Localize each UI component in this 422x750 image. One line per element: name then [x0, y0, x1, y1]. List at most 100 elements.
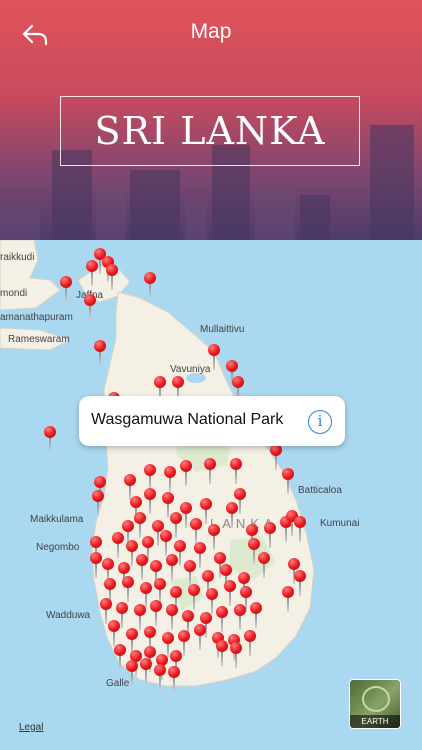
map-pin-icon[interactable] [92, 490, 104, 516]
map-pin-icon[interactable] [294, 570, 306, 596]
pin-stick [239, 498, 241, 514]
map-pin-icon[interactable] [168, 666, 180, 692]
pin-head [282, 586, 294, 598]
pin-stick [287, 596, 289, 612]
place-label: Maikkulama [30, 514, 84, 525]
map-pin-icon[interactable] [86, 260, 98, 286]
pin-head [154, 578, 166, 590]
map-pin-icon[interactable] [166, 554, 178, 580]
skyline [300, 195, 330, 240]
pin-head [144, 272, 156, 284]
pin-head [122, 520, 134, 532]
map-pin-icon[interactable] [180, 460, 192, 486]
pin-stick [149, 498, 151, 514]
pin-head [150, 600, 162, 612]
pin-head [154, 376, 166, 388]
map-pin-icon[interactable] [264, 522, 276, 548]
map-pin-icon[interactable] [234, 604, 246, 630]
pin-stick [235, 652, 237, 668]
pin-head [162, 632, 174, 644]
pin-stick [117, 542, 119, 558]
header: Map SRI LANKA [0, 0, 422, 240]
map-pin-icon[interactable] [144, 488, 156, 514]
pin-stick [171, 564, 173, 580]
map-pin-icon[interactable] [60, 276, 72, 302]
pin-head [234, 604, 246, 616]
map-pin-icon[interactable] [204, 458, 216, 484]
pin-stick [239, 614, 241, 630]
pin-stick [221, 616, 223, 632]
map-pin-icon[interactable] [136, 554, 148, 580]
map-pin-icon[interactable] [84, 294, 96, 320]
map-pin-icon[interactable] [150, 600, 162, 626]
map-pin-icon[interactable] [282, 468, 294, 494]
legal-link[interactable]: Legal [19, 722, 43, 733]
map-pin-icon[interactable] [144, 272, 156, 298]
map-pin-icon[interactable] [190, 518, 202, 544]
map-pin-icon[interactable] [230, 458, 242, 484]
map-pin-icon[interactable] [208, 344, 220, 370]
map-view[interactable]: raikkudi mondi Jaffna amanathapuram Rame… [0, 240, 422, 750]
map-pin-icon[interactable] [144, 464, 156, 490]
map-pin-icon[interactable] [164, 466, 176, 492]
pin-head [224, 580, 236, 592]
pin-head [106, 264, 118, 276]
map-pin-icon[interactable] [216, 606, 228, 632]
pin-stick [205, 508, 207, 524]
map-pin-icon[interactable] [250, 602, 262, 628]
map-pin-icon[interactable] [270, 444, 282, 470]
pin-stick [91, 270, 93, 286]
pin-head [90, 536, 102, 548]
map-pin-icon[interactable] [244, 630, 256, 656]
map-pin-icon[interactable] [114, 644, 126, 670]
map-pin-icon[interactable] [160, 530, 172, 556]
map-pin-icon[interactable] [188, 584, 200, 610]
place-label: Wadduwa [46, 610, 91, 621]
map-pin-icon[interactable] [166, 604, 178, 630]
map-pin-icon[interactable] [94, 340, 106, 366]
map-pin-icon[interactable] [106, 264, 118, 290]
earth-view-button[interactable]: EARTH [349, 679, 401, 729]
pin-stick [97, 500, 99, 516]
map-pin-icon[interactable] [194, 624, 206, 650]
pin-head [208, 344, 220, 356]
map-pin-icon[interactable] [208, 524, 220, 550]
pin-head [164, 466, 176, 478]
pin-stick [141, 564, 143, 580]
pin-head [122, 576, 134, 588]
pin-stick [199, 552, 201, 568]
pin-stick [185, 512, 187, 528]
map-pin-icon[interactable] [122, 576, 134, 602]
map-pin-icon[interactable] [90, 552, 102, 578]
map-pin-icon[interactable] [134, 512, 146, 538]
place-label: Mullaittivu [200, 324, 245, 335]
pin-head [108, 620, 120, 632]
pin-head [178, 630, 190, 642]
map-pin-icon[interactable] [226, 502, 238, 528]
callout[interactable]: Wasgamuwa National Park [79, 396, 345, 446]
info-button[interactable]: i [308, 410, 332, 434]
pin-stick [99, 350, 101, 366]
map-pin-icon[interactable] [112, 532, 124, 558]
place-label: Batticaloa [298, 485, 342, 496]
pin-stick [167, 502, 169, 518]
pin-head [116, 602, 128, 614]
map-pin-icon[interactable] [258, 552, 270, 578]
pin-stick [235, 468, 237, 484]
map-pin-icon[interactable] [126, 660, 138, 686]
pin-head [234, 488, 246, 500]
pin-stick [171, 614, 173, 630]
map-pin-icon[interactable] [154, 664, 166, 690]
map-pin-icon[interactable] [44, 426, 56, 452]
pin-stick [299, 580, 301, 596]
map-pin-icon[interactable] [230, 642, 242, 668]
map-pin-icon[interactable] [216, 640, 228, 666]
pin-stick [183, 640, 185, 656]
map-pin-icon[interactable] [184, 560, 196, 586]
map-pin-icon[interactable] [282, 586, 294, 612]
map-pin-icon[interactable] [294, 516, 306, 542]
map-pin-icon[interactable] [140, 658, 152, 684]
map-pin-icon[interactable] [224, 580, 236, 606]
pin-stick [49, 436, 51, 452]
map-pin-icon[interactable] [108, 620, 120, 646]
